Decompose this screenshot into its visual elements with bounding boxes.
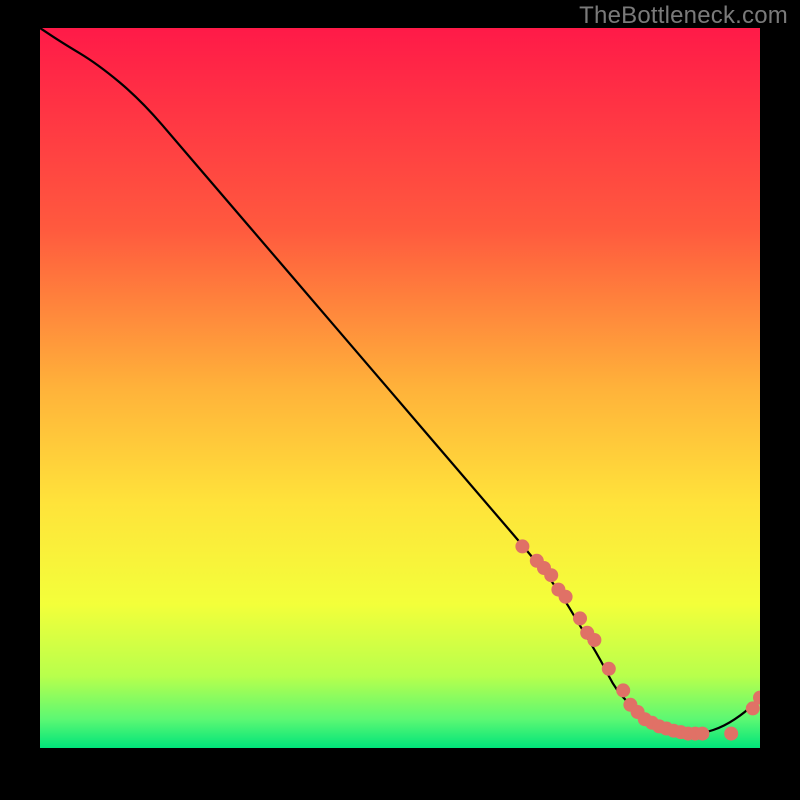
- data-marker: [602, 662, 616, 676]
- data-marker: [573, 611, 587, 625]
- data-marker: [695, 727, 709, 741]
- gradient-background: [40, 28, 760, 748]
- data-marker: [616, 683, 630, 697]
- data-marker: [587, 633, 601, 647]
- data-marker: [544, 568, 558, 582]
- data-marker: [515, 539, 529, 553]
- chart-frame: { "watermark": "TheBottleneck.com", "col…: [0, 0, 800, 800]
- data-marker: [724, 727, 738, 741]
- watermark-text: TheBottleneck.com: [579, 2, 788, 30]
- bottleneck-chart: [40, 28, 760, 748]
- data-marker: [559, 590, 573, 604]
